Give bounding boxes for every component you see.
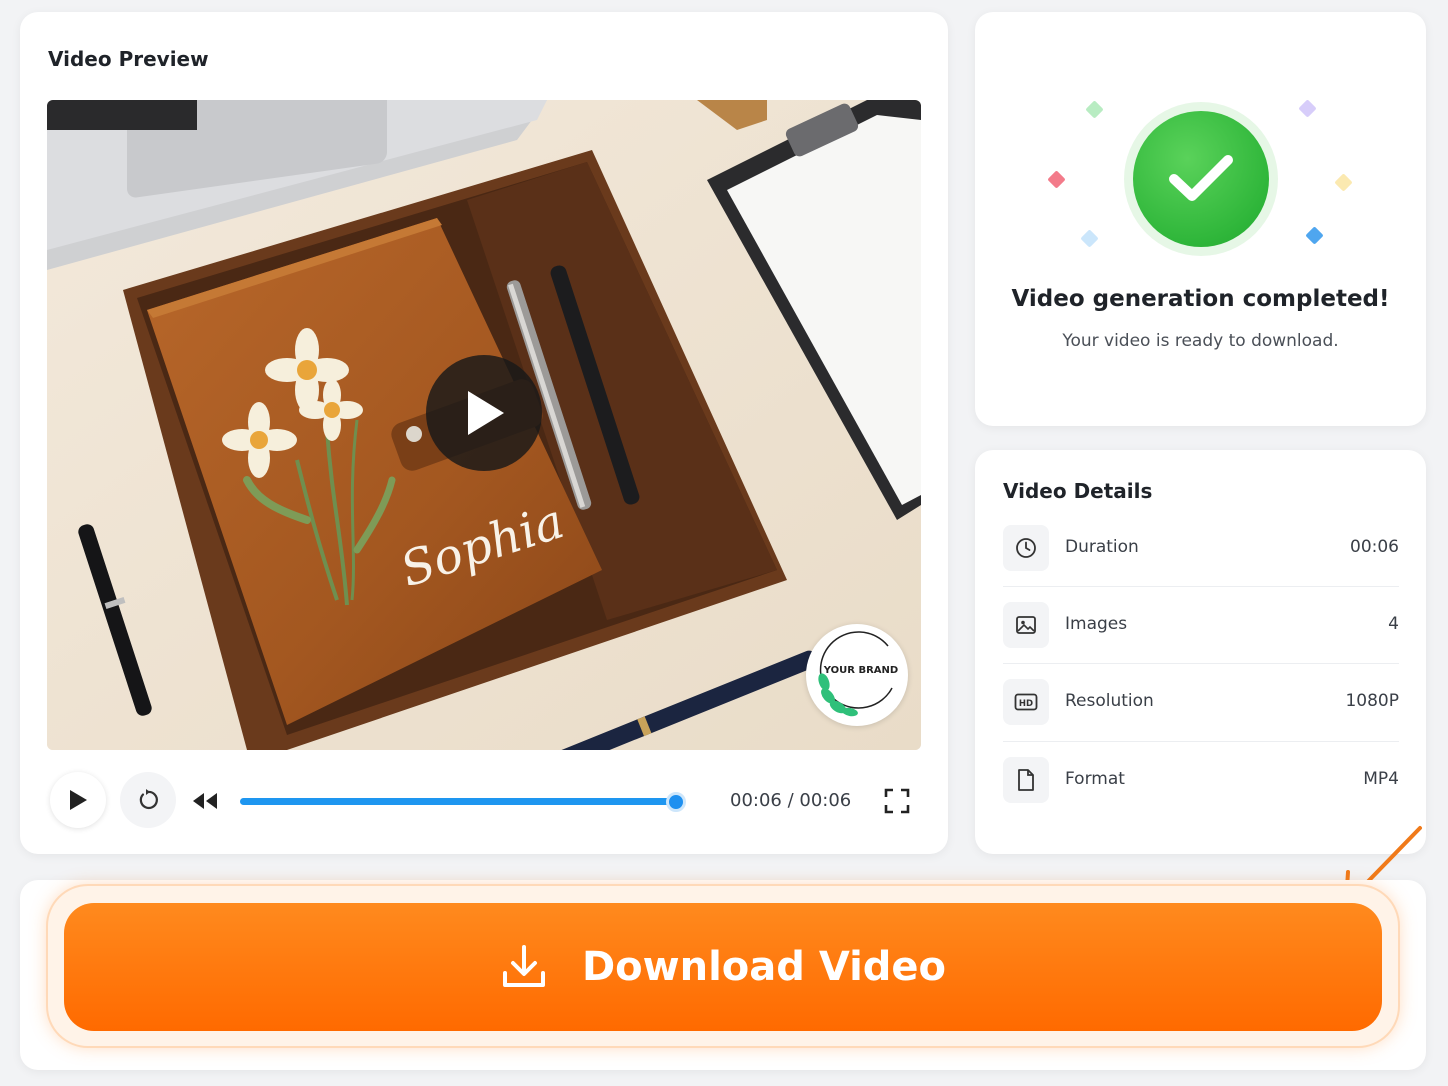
detail-value: MP4 xyxy=(1363,769,1399,789)
detail-row-duration: Duration 00:06 xyxy=(1003,525,1399,573)
detail-value: 00:06 xyxy=(1350,537,1399,557)
confetti-shape xyxy=(1085,100,1104,119)
detail-label: Resolution xyxy=(1065,691,1154,711)
detail-value: 1080P xyxy=(1345,691,1399,711)
detail-label: Images xyxy=(1065,614,1128,634)
success-subtitle: Your video is ready to download. xyxy=(1062,331,1339,351)
play-button[interactable] xyxy=(50,772,106,828)
video-preview-title: Video Preview xyxy=(48,47,209,71)
detail-label: Format xyxy=(1065,769,1125,789)
divider xyxy=(1003,586,1399,587)
fullscreen-button[interactable] xyxy=(882,786,912,816)
divider xyxy=(1003,663,1399,664)
download-card: Download Video xyxy=(20,880,1426,1070)
time-readout: 00:06 / 00:06 xyxy=(730,790,852,811)
success-title: Video generation completed! xyxy=(1011,286,1390,312)
detail-row-images: Images 4 xyxy=(1003,602,1399,650)
confetti-shape xyxy=(1334,173,1353,192)
progress-slider[interactable] xyxy=(240,792,686,812)
play-icon xyxy=(70,790,87,810)
progress-handle[interactable] xyxy=(666,792,686,812)
download-icon xyxy=(502,945,545,987)
rewind-button[interactable] xyxy=(188,784,222,818)
big-play-button[interactable] xyxy=(426,355,542,471)
replay-button[interactable] xyxy=(120,772,176,828)
brand-badge: YOUR BRAND xyxy=(806,624,908,726)
video-preview-card: Video Preview Sophia YOUR BRAND 00:06 / … xyxy=(20,12,948,854)
detail-row-resolution: HD Resolution 1080P xyxy=(1003,679,1399,727)
video-details-title: Video Details xyxy=(1003,479,1153,503)
rewind-icon xyxy=(193,793,217,809)
download-video-button[interactable]: Download Video xyxy=(64,903,1382,1031)
hd-icon: HD xyxy=(1014,693,1038,711)
play-icon xyxy=(468,391,504,435)
confetti-shape xyxy=(1298,99,1317,118)
clock-icon xyxy=(1016,538,1036,558)
success-badge xyxy=(1124,102,1278,256)
checkmark-icon xyxy=(1169,155,1233,201)
divider xyxy=(1003,741,1399,742)
fullscreen-icon xyxy=(884,788,910,814)
confetti-shape xyxy=(1047,170,1066,189)
detail-label: Duration xyxy=(1065,537,1139,557)
file-icon xyxy=(1018,769,1034,791)
video-player[interactable]: Sophia YOUR BRAND xyxy=(47,100,921,750)
generation-status-card: Video generation completed! Your video i… xyxy=(975,12,1426,426)
svg-text:HD: HD xyxy=(1019,699,1033,709)
video-details-card: Video Details Duration 00:06 Images 4 HD… xyxy=(975,450,1426,854)
replay-icon xyxy=(139,789,158,810)
confetti-shape xyxy=(1080,229,1099,248)
detail-value: 4 xyxy=(1388,614,1399,634)
progress-fill xyxy=(240,798,676,805)
image-icon xyxy=(1016,616,1036,634)
download-button-label: Download Video xyxy=(581,944,947,990)
detail-row-format: Format MP4 xyxy=(1003,757,1399,805)
brand-badge-text: YOUR BRAND xyxy=(823,665,899,676)
confetti-shape xyxy=(1305,226,1324,245)
